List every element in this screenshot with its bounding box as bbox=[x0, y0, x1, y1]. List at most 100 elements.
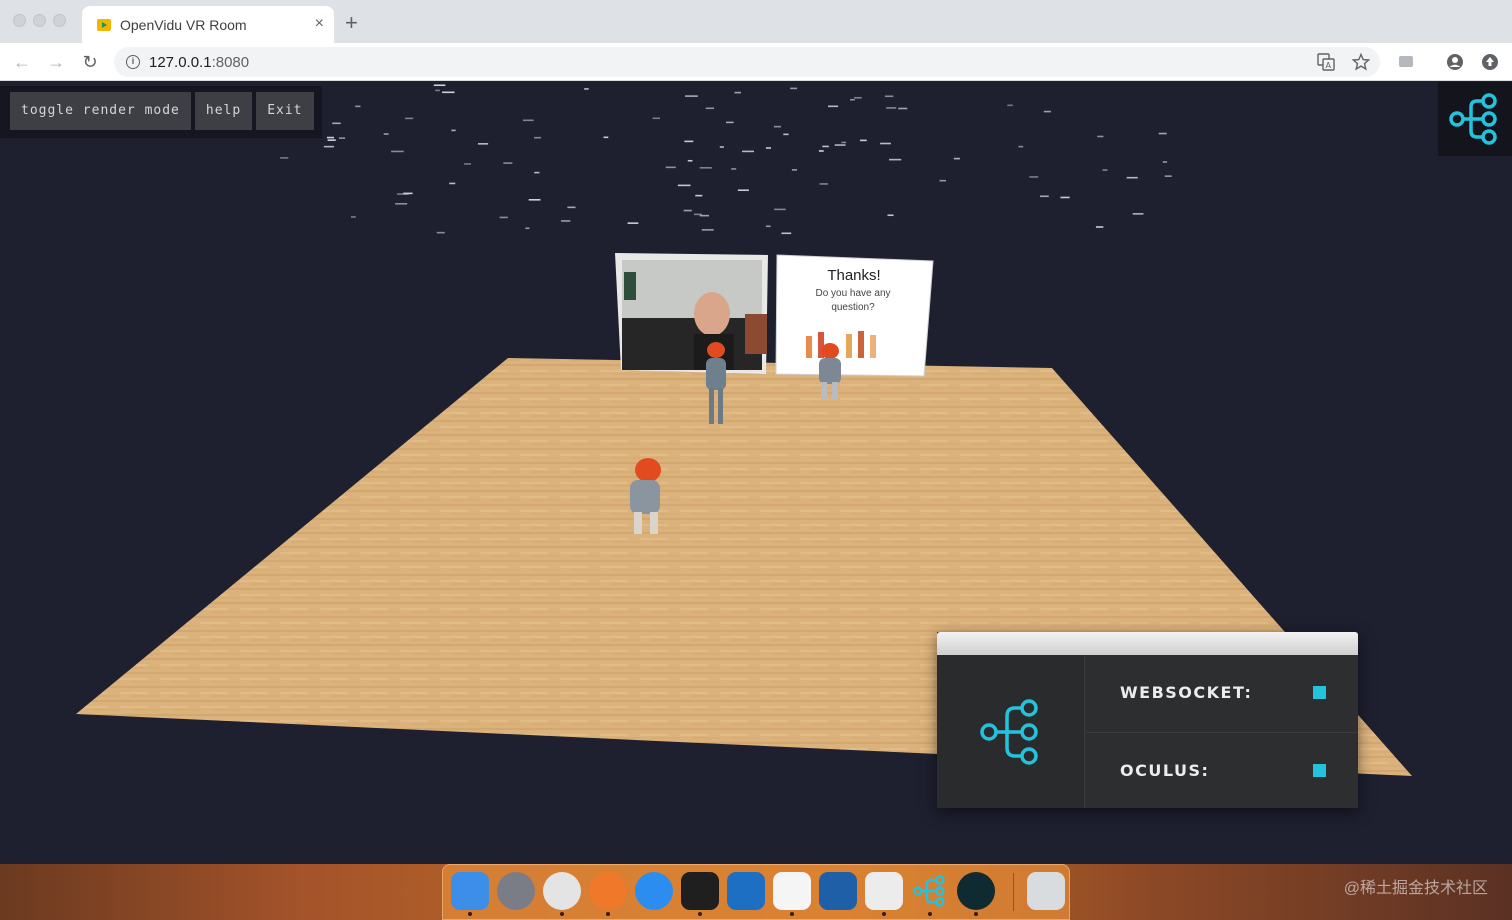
dock-firefox-icon[interactable] bbox=[589, 872, 627, 910]
panel-logo-area bbox=[937, 655, 1085, 808]
tab-close-icon[interactable]: × bbox=[315, 15, 324, 33]
star bbox=[827, 105, 839, 108]
dock-finder-icon[interactable] bbox=[451, 872, 489, 910]
star bbox=[677, 184, 691, 187]
star bbox=[338, 137, 346, 139]
star bbox=[395, 202, 408, 205]
dock-openvidu-icon[interactable] bbox=[911, 872, 949, 910]
star bbox=[790, 87, 798, 90]
star bbox=[1126, 176, 1138, 179]
dock-separator bbox=[1013, 873, 1014, 911]
star bbox=[889, 158, 902, 161]
star bbox=[350, 216, 356, 218]
star bbox=[887, 214, 894, 217]
toggle-render-mode-button[interactable]: toggle render mode bbox=[10, 92, 191, 130]
star bbox=[449, 182, 456, 185]
cast-icon[interactable] bbox=[1397, 53, 1415, 71]
vr-scene-canvas[interactable]: Thanks! Do you have any question? toggle… bbox=[0, 82, 1512, 864]
star bbox=[1043, 110, 1051, 113]
star bbox=[435, 89, 440, 92]
star bbox=[1018, 145, 1024, 148]
dock-running-indicator bbox=[928, 912, 932, 916]
profile-icon[interactable] bbox=[1446, 53, 1464, 71]
star bbox=[627, 222, 639, 224]
dock-trash-icon[interactable] bbox=[1027, 872, 1065, 910]
dock-running-indicator bbox=[606, 912, 610, 916]
bookmark-star-icon[interactable] bbox=[1352, 53, 1370, 71]
new-tab-button[interactable]: + bbox=[345, 12, 358, 34]
corner-logo[interactable] bbox=[1438, 82, 1512, 156]
star bbox=[534, 171, 540, 174]
dock-chrome-icon[interactable] bbox=[543, 872, 581, 910]
dock-running-indicator bbox=[468, 912, 472, 916]
window-zoom-dot[interactable] bbox=[53, 14, 66, 27]
star bbox=[1029, 176, 1039, 178]
slide-heading: Thanks! bbox=[827, 267, 880, 284]
dock-terminal-icon[interactable] bbox=[681, 872, 719, 910]
star bbox=[1162, 161, 1168, 163]
dock-gitkraken-icon[interactable] bbox=[957, 872, 995, 910]
star bbox=[1164, 175, 1172, 177]
site-info-icon[interactable]: i bbox=[126, 55, 140, 69]
star bbox=[525, 227, 530, 230]
translate-icon[interactable]: A bbox=[1317, 53, 1335, 71]
star bbox=[1097, 135, 1104, 138]
websocket-label: WEBSOCKET: bbox=[1120, 683, 1253, 702]
star bbox=[1095, 226, 1104, 228]
star bbox=[665, 166, 676, 169]
openvidu-logo-icon bbox=[1449, 93, 1497, 145]
star bbox=[834, 144, 846, 146]
star bbox=[774, 208, 786, 211]
websocket-status-row: WEBSOCKET: bbox=[1086, 655, 1358, 731]
help-button[interactable]: help bbox=[194, 92, 253, 130]
star bbox=[701, 229, 714, 231]
back-button[interactable]: ← bbox=[11, 51, 33, 73]
star bbox=[791, 169, 798, 171]
browser-tab-bar: OpenVidu VR Room × + bbox=[0, 0, 1512, 43]
star bbox=[818, 150, 824, 152]
star bbox=[719, 146, 724, 148]
browser-toolbar: ← → ↻ i 127.0.0.1:8080 A bbox=[0, 43, 1512, 81]
dock-launchpad-icon[interactable] bbox=[497, 872, 535, 910]
star bbox=[433, 84, 446, 87]
dock-textedit-icon[interactable] bbox=[773, 872, 811, 910]
star bbox=[773, 125, 781, 128]
exit-button[interactable]: Exit bbox=[256, 92, 314, 130]
star bbox=[819, 183, 828, 185]
star bbox=[1040, 195, 1049, 198]
address-bar[interactable]: i 127.0.0.1:8080 A bbox=[114, 47, 1380, 77]
star bbox=[1060, 196, 1070, 199]
presentation-screen: Thanks! Do you have any question? bbox=[775, 254, 934, 377]
star bbox=[603, 136, 609, 139]
tab-title: OpenVidu VR Room bbox=[120, 17, 247, 33]
starfield bbox=[280, 84, 1172, 235]
star bbox=[477, 143, 489, 145]
dock-safari-icon[interactable] bbox=[635, 872, 673, 910]
star bbox=[464, 163, 471, 165]
star bbox=[734, 91, 742, 94]
svg-text:A: A bbox=[1326, 61, 1332, 70]
star bbox=[405, 117, 414, 120]
dock-wireshark-icon[interactable] bbox=[727, 872, 765, 910]
reload-button[interactable]: ↻ bbox=[79, 51, 101, 73]
browser-tab[interactable]: OpenVidu VR Room × bbox=[82, 6, 334, 43]
panel-header bbox=[937, 632, 1358, 655]
star bbox=[783, 133, 789, 136]
forward-button[interactable]: → bbox=[45, 51, 67, 73]
star bbox=[884, 95, 894, 98]
slide-line-1: Do you have any bbox=[815, 288, 890, 299]
star bbox=[841, 141, 847, 144]
window-minimize-dot[interactable] bbox=[33, 14, 46, 27]
star bbox=[693, 213, 702, 216]
update-icon[interactable] bbox=[1481, 53, 1499, 71]
dock-vscode-icon[interactable] bbox=[819, 872, 857, 910]
star bbox=[765, 147, 771, 149]
oculus-label: OCULUS: bbox=[1120, 761, 1210, 780]
window-close-dot[interactable] bbox=[13, 14, 26, 27]
star bbox=[898, 107, 908, 110]
oculus-indicator bbox=[1313, 764, 1326, 777]
star bbox=[652, 117, 661, 120]
dock-xcode-icon[interactable] bbox=[865, 872, 903, 910]
star bbox=[280, 157, 289, 159]
dock-running-indicator bbox=[974, 912, 978, 916]
